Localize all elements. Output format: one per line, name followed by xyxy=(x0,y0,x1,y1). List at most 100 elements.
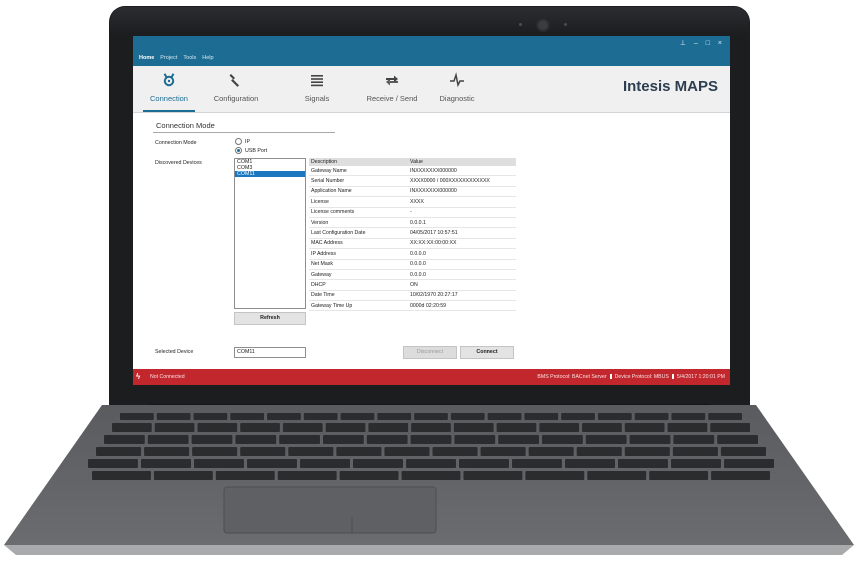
keyboard-key xyxy=(282,423,323,432)
disconnect-button[interactable]: Disconnect xyxy=(403,346,457,359)
keyboard-key xyxy=(720,447,766,456)
property-description: DHCP xyxy=(309,279,408,291)
keyboard-key xyxy=(401,471,461,480)
keyboard-key xyxy=(303,413,338,420)
keyboard-key xyxy=(710,423,750,432)
radio-usb-port[interactable]: USB Port xyxy=(235,147,267,154)
property-description: Gateway Time Up xyxy=(309,300,408,312)
menu-help[interactable]: Help xyxy=(202,55,213,61)
window-controls[interactable]: ⊥ – □ × xyxy=(680,39,725,47)
menu-home[interactable]: Home xyxy=(139,55,154,61)
property-value: INXXXXXXX000000 xyxy=(408,166,516,177)
list-icon xyxy=(311,75,323,87)
property-description: Date Time xyxy=(309,290,408,302)
keyboard-key xyxy=(339,471,399,480)
property-description: Last Configuration Date xyxy=(309,227,408,239)
keyboard-key xyxy=(671,413,706,420)
keyboard-key xyxy=(336,447,382,456)
keyboard-key xyxy=(582,423,622,432)
property-description: IP Address xyxy=(309,248,408,260)
tab-receive-send[interactable]: Receive / Send xyxy=(363,66,421,112)
table-row: License XXXX xyxy=(309,196,516,208)
property-description: Net Mask xyxy=(309,259,408,270)
menu-tools[interactable]: Tools xyxy=(183,55,196,61)
status-separator xyxy=(609,374,612,379)
transfer-icon xyxy=(386,75,398,86)
property-value: 0.0.0.0 xyxy=(408,259,516,270)
keyboard-key xyxy=(153,471,213,480)
connect-button[interactable]: Connect xyxy=(460,346,514,359)
keyboard-key xyxy=(406,459,456,468)
devices-listbox[interactable]: COM1 COM3 COM11 xyxy=(234,158,306,309)
keyboard-key xyxy=(414,413,448,420)
keyboard-key xyxy=(480,447,526,456)
property-value: 04/05/2017 10:57:51 xyxy=(408,227,516,239)
keyboard-key xyxy=(240,447,286,456)
ribbon-toolbar: Connection Configuration Signals Receive… xyxy=(133,66,730,113)
status-datetime: 5/4/2017 1:20:01 PM xyxy=(676,374,725,380)
radio-ip[interactable]: IP xyxy=(235,138,250,145)
keyboard-key xyxy=(92,471,151,480)
keyboard-key xyxy=(215,471,275,480)
keyboard-key xyxy=(323,435,364,444)
tab-diagnostic-label: Diagnostic xyxy=(439,94,475,103)
keyboard-key xyxy=(629,435,671,444)
tab-configuration[interactable]: Configuration xyxy=(206,66,266,112)
property-description: Serial Number xyxy=(309,175,408,187)
camera-indicator xyxy=(519,23,522,26)
property-description: Application Name xyxy=(309,186,408,198)
status-bar: ϟ Not Connected BMS Protocol: BACnet Ser… xyxy=(133,369,730,385)
property-value: - xyxy=(408,207,516,218)
table-row: MAC Address XX:XX:XX:00:00:XX xyxy=(309,238,516,250)
tab-connection[interactable]: Connection xyxy=(143,66,195,112)
keyboard-key xyxy=(565,459,615,468)
selected-device-field[interactable]: COM11 xyxy=(234,347,306,358)
keyboard-key xyxy=(724,459,774,468)
keyboard-key xyxy=(454,435,496,444)
property-description: Gateway xyxy=(309,269,408,281)
keyboard-key xyxy=(279,435,320,444)
connection-mode-label: Connection Mode xyxy=(155,140,197,146)
keyboard-key xyxy=(147,435,189,444)
keyboard-key xyxy=(671,459,721,468)
keyboard-key xyxy=(498,435,539,444)
pulse-icon xyxy=(450,72,464,88)
tab-connection-label: Connection xyxy=(150,94,188,103)
table-row: Gateway Name INXXXXXXX000000 xyxy=(309,166,516,177)
keyboard-key xyxy=(88,459,138,468)
property-value: 0000d 02:20:59 xyxy=(408,300,516,312)
keyboard-key xyxy=(708,413,742,420)
keyboard-key xyxy=(366,435,408,444)
radio-ip-indicator xyxy=(235,138,242,145)
keyboard-key xyxy=(368,423,409,432)
keyboard-key xyxy=(120,413,154,420)
table-row: Gateway Time Up 0000d 02:20:59 xyxy=(309,300,516,312)
column-header: Description xyxy=(309,158,408,166)
connection-status: Not Connected xyxy=(150,374,185,380)
keyboard-key xyxy=(450,413,485,420)
bms-protocol: BMS Protocol: BACnet Server xyxy=(537,374,607,380)
menu-project[interactable]: Project xyxy=(160,55,177,61)
keyboard-key xyxy=(487,413,522,420)
property-value: XX:XX:XX:00:00:XX xyxy=(408,238,516,250)
keyboard-key xyxy=(672,447,718,456)
list-item-selected[interactable]: COM11 xyxy=(235,171,305,177)
camera-sensor xyxy=(564,23,567,26)
property-value: ON xyxy=(408,279,516,291)
property-description: License comments xyxy=(309,207,408,218)
keyboard-key xyxy=(235,435,277,444)
table-row: Version 0.0.0.1 xyxy=(309,217,516,229)
property-value: XXXX0000 / 000XXXXXXXXXXXX xyxy=(408,175,516,187)
keyboard-key xyxy=(528,447,574,456)
table-row: Date Time 10/02/1970 20:27:17 xyxy=(309,290,516,302)
active-tab-indicator xyxy=(143,110,195,112)
keyboard-key xyxy=(597,413,632,420)
menu-bar: Home Project Tools Help xyxy=(133,50,220,66)
table-row: License comments - xyxy=(309,207,516,218)
keyboard-key xyxy=(267,413,301,420)
keyboard-key xyxy=(247,459,297,468)
refresh-button[interactable]: Refresh xyxy=(234,312,306,325)
tab-signals[interactable]: Signals xyxy=(299,66,335,112)
tab-diagnostic[interactable]: Diagnostic xyxy=(433,66,481,112)
table-row: Application Name INXXXXXXX000000 xyxy=(309,186,516,198)
